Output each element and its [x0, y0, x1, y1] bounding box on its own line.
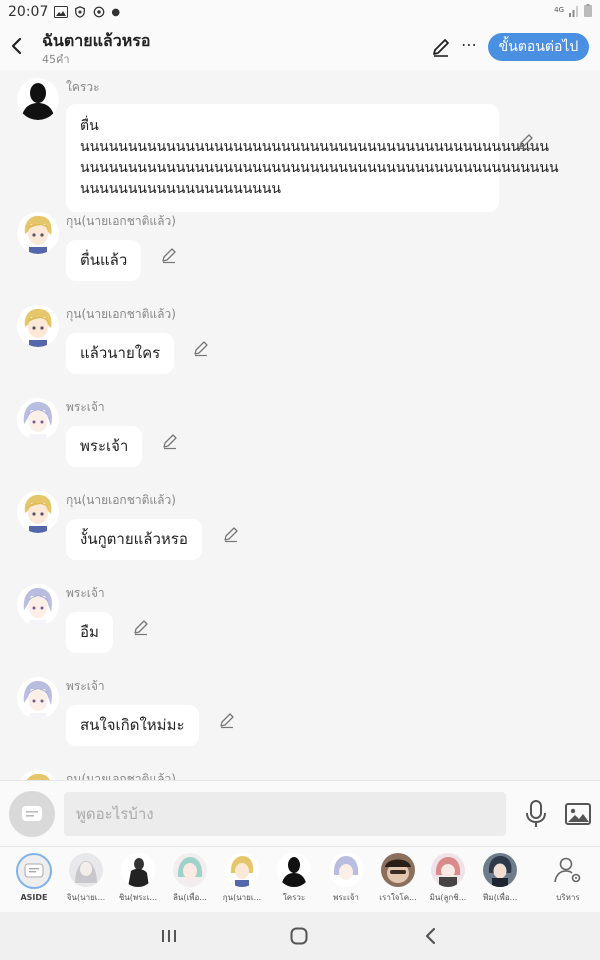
- character-strip[interactable]: ASIDE จิน(นายเ... ชิน(พระเ... ลีน(เพื่อ.…: [0, 846, 600, 912]
- character-avatar: [225, 853, 259, 887]
- silhouette-avatar[interactable]: [17, 78, 59, 120]
- edit-pencil-icon[interactable]: [430, 36, 452, 58]
- silver-hair-avatar[interactable]: [17, 677, 59, 719]
- character-label: จิน(นายเ...: [66, 893, 106, 902]
- character-avatar: [277, 853, 311, 887]
- message-bubble[interactable]: ตื่นนนนนนนนนนนนนนนนนนนนนนนนนนนนนนนนนนนนน…: [66, 104, 559, 212]
- character-item[interactable]: ใครวะ: [268, 853, 320, 911]
- more-options-icon[interactable]: ⋯: [458, 36, 480, 58]
- system-nav-bar: [0, 912, 600, 960]
- aside-avatar: [16, 853, 52, 889]
- character-label: บริหาร: [556, 893, 580, 902]
- character-item[interactable]: ลีน(เพื่อ...: [164, 853, 216, 911]
- character-item[interactable]: เราใจโค...: [372, 853, 424, 911]
- character-avatar: [69, 853, 103, 887]
- sender-name: พระเจ้า: [66, 586, 105, 600]
- character-item[interactable]: มิน(ลูกชิ...: [422, 853, 474, 911]
- gallery-notification-icon: [54, 6, 69, 18]
- blonde-avatar[interactable]: [17, 770, 59, 780]
- character-avatar: [329, 853, 363, 887]
- character-avatar: [381, 853, 415, 887]
- character-label: ลีน(เพื่อ...: [173, 893, 207, 902]
- image-upload-icon[interactable]: [564, 801, 592, 827]
- status-bar: 20:07 ● 4G: [0, 0, 600, 24]
- message-bubble[interactable]: อืม: [66, 612, 113, 653]
- character-label: พระเจ้า: [333, 893, 359, 902]
- message-bubble[interactable]: สนใจเกิดใหม่มะ: [66, 705, 199, 746]
- character-label: ชิน(พระเ...: [118, 893, 158, 902]
- shield-notification-icon: [75, 6, 86, 18]
- character-label: ฟีม(เพื่อ...: [482, 893, 518, 902]
- character-label: ASIDE: [20, 893, 48, 902]
- back-nav-icon[interactable]: [419, 924, 443, 948]
- message-bubble[interactable]: พระเจ้า: [66, 426, 143, 467]
- user-settings-icon: [554, 857, 581, 883]
- manage-characters-button[interactable]: บริหาร: [542, 853, 594, 911]
- sender-name: กุน(นายเอกชาติแล้ว): [66, 307, 176, 321]
- message-line: ตื่นนนนนนนนนนนนนนนนนนนนนนนนนนนนนนนนนนนนน…: [80, 118, 549, 155]
- edit-message-icon[interactable]: [517, 132, 535, 150]
- message-bubble[interactable]: งั้นกูตายแล้วหรอ: [66, 519, 202, 560]
- blonde-avatar[interactable]: [17, 212, 59, 254]
- sender-name: พระเจ้า: [66, 400, 105, 414]
- sender-name: ใครวะ: [66, 80, 100, 94]
- word-count: 45คำ: [42, 53, 70, 66]
- recent-apps-icon[interactable]: [157, 924, 181, 948]
- character-aside[interactable]: ASIDE: [8, 853, 60, 911]
- edit-message-icon[interactable]: [222, 525, 240, 543]
- microphone-icon[interactable]: [522, 799, 550, 829]
- blonde-avatar[interactable]: [17, 305, 59, 347]
- sender-name: กุน(นายเอกชาติแล้ว): [66, 493, 176, 507]
- edit-message-icon[interactable]: [161, 432, 179, 450]
- character-avatar: [483, 853, 517, 887]
- character-label: มิน(ลูกชิ...: [429, 893, 467, 902]
- aside-toggle-button[interactable]: [9, 791, 55, 837]
- header: ฉันตายแล้วหรอ 45คำ ⋯ ขั้นตอนต่อไป: [0, 24, 600, 70]
- status-time: 20:07: [8, 4, 49, 20]
- message-bubble[interactable]: แล้วนายใคร: [66, 333, 175, 374]
- message-line: นนนนนนนนนนนนนนนนนนนนน: [80, 181, 281, 197]
- character-item[interactable]: ฟีม(เพื่อ...: [474, 853, 526, 911]
- message-line: นนนนนนนนนนนนนนนนนนนนนนนนนนนนนนนนนนนนนนนน…: [80, 160, 559, 176]
- sender-name: กุน(นายเอกชาติแล้ว): [66, 772, 176, 780]
- edit-message-icon[interactable]: [192, 339, 210, 357]
- edit-message-icon[interactable]: [132, 618, 150, 636]
- silver-hair-avatar[interactable]: [17, 584, 59, 626]
- character-avatar: [431, 853, 465, 887]
- silver-hair-avatar[interactable]: [17, 398, 59, 440]
- sender-name: กุน(นายเอกชาติแล้ว): [66, 214, 176, 228]
- character-avatar: [173, 853, 207, 887]
- character-item[interactable]: พระเจ้า: [320, 853, 372, 911]
- home-icon[interactable]: [287, 924, 311, 948]
- edit-message-icon[interactable]: [160, 246, 178, 264]
- next-step-button[interactable]: ขั้นตอนต่อไป: [488, 33, 589, 61]
- character-label: ใครวะ: [282, 893, 306, 902]
- sync-notification-icon: [94, 6, 105, 18]
- input-bar: [0, 780, 600, 846]
- sender-name: พระเจ้า: [66, 679, 105, 693]
- back-arrow-icon[interactable]: [6, 34, 28, 58]
- battery-icon: [584, 4, 592, 17]
- network-type: 4G: [554, 6, 564, 14]
- blonde-avatar[interactable]: [17, 491, 59, 533]
- chat-area[interactable]: ใครวะ ตื่นนนนนนนนนนนนนนนนนนนนนนนนนนนนนนน…: [0, 70, 600, 780]
- character-avatar: [121, 853, 155, 887]
- message-bubble[interactable]: ตื่นแล้ว: [66, 240, 142, 281]
- character-label: เราใจโค...: [379, 893, 417, 902]
- character-item[interactable]: ชิน(พระเ...: [112, 853, 164, 911]
- dot-notification-icon: ●: [111, 6, 121, 18]
- character-item[interactable]: จิน(นายเ...: [60, 853, 112, 911]
- status-right: 4G: [554, 4, 592, 17]
- message-input[interactable]: [64, 792, 506, 836]
- edit-message-icon[interactable]: [218, 711, 236, 729]
- signal-icon: [569, 5, 578, 17]
- chat-bubble-icon: [22, 806, 42, 821]
- character-label: กุน(นายเ...: [222, 893, 262, 902]
- character-item[interactable]: กุน(นายเ...: [216, 853, 268, 911]
